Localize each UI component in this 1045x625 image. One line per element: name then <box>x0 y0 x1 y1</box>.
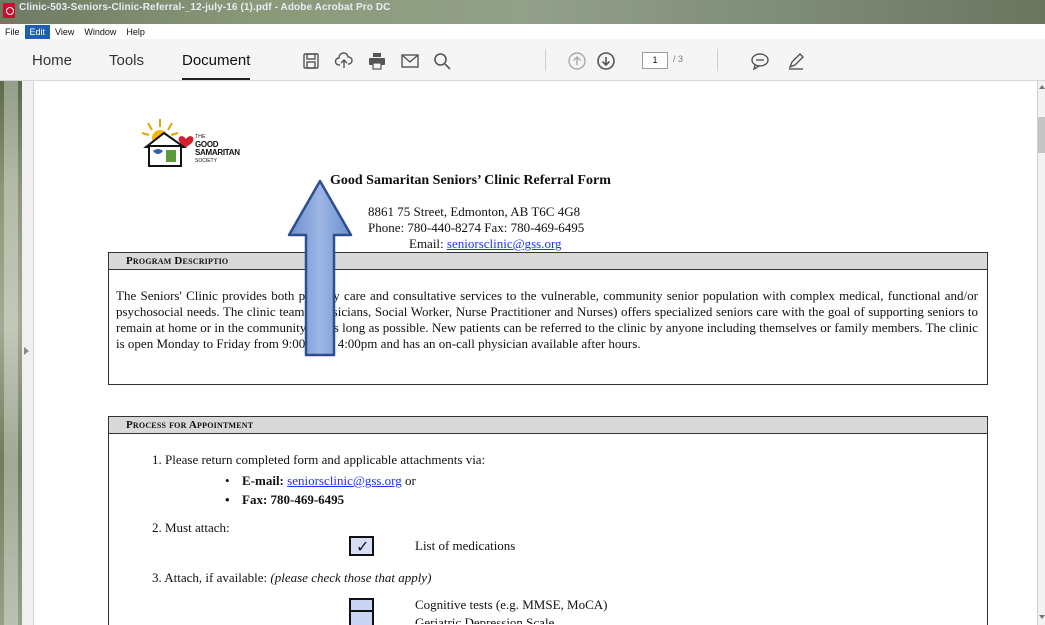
email-bullet-suffix: or <box>405 473 416 488</box>
print-icon[interactable] <box>367 51 387 71</box>
vertical-scrollbar[interactable] <box>1037 81 1045 625</box>
navigation-pane-toggle[interactable] <box>22 81 34 625</box>
save-icon[interactable] <box>301 51 321 71</box>
clinic-email-link[interactable]: seniorsclinic@gss.org <box>447 236 562 251</box>
scrollbar-thumb[interactable] <box>1038 117 1045 153</box>
tab-tools[interactable]: Tools <box>109 52 144 69</box>
sun-house-logo-icon <box>141 119 194 167</box>
program-description-text: The Seniors' Clinic provides both primar… <box>116 288 978 351</box>
scroll-down-arrow-icon[interactable] <box>1039 615 1045 619</box>
menu-help[interactable]: Help <box>121 25 150 39</box>
logo-text: THE GOOD SAMARITAN SOCIETY <box>195 133 240 165</box>
menu-window[interactable]: Window <box>79 25 121 39</box>
desktop-background-strip <box>0 81 22 625</box>
toolbar-separator <box>545 49 546 71</box>
process-for-appointment-section: Process for Appointment <box>108 416 988 625</box>
upload-icon[interactable] <box>334 51 354 71</box>
fax-bullet: Fax: 780-469-6495 <box>225 492 344 508</box>
menu-edit[interactable]: Edit <box>24 24 51 39</box>
process-heading: Process for Appointment <box>109 417 987 434</box>
process-step-3-label: 3. Attach, if available: <box>152 570 268 585</box>
clinic-email-line: Email: seniorsclinic@gss.org <box>35 236 1037 252</box>
previous-page-icon[interactable] <box>567 51 587 71</box>
email-bullet-label: E-mail: <box>242 473 284 488</box>
cognitive-tests-checkbox[interactable] <box>349 598 374 625</box>
process-step-2: 2. Must attach: <box>152 520 230 535</box>
search-icon[interactable] <box>432 51 452 71</box>
good-samaritan-logo: THE GOOD SAMARITAN SOCIETY <box>140 117 276 169</box>
scroll-up-arrow-icon[interactable] <box>1039 85 1045 89</box>
window-titlebar: Clinic-503-Seniors-Clinic-Referral-_12-j… <box>0 0 1045 24</box>
acrobat-pdf-icon <box>3 3 15 18</box>
menu-file[interactable]: File <box>0 25 25 39</box>
email-icon[interactable] <box>400 51 420 71</box>
program-description-heading: Program Descriptio <box>109 253 987 270</box>
process-step-3: 3. Attach, if available: (please check t… <box>152 570 431 586</box>
document-viewer: THE GOOD SAMARITAN SOCIETY Good Samarita… <box>0 81 1045 625</box>
toolbar: Home Tools Document 1 / 3 <box>0 39 1045 81</box>
process-step-3-note: (please check those that apply) <box>270 570 432 585</box>
menu-bar: File Edit View Window Help <box>0 24 1045 39</box>
menu-view[interactable]: View <box>50 25 79 39</box>
page-total: / 3 <box>673 54 684 64</box>
logo-text-samaritan: SAMARITAN <box>195 148 240 157</box>
toolbar-separator <box>717 49 718 71</box>
form-title: Good Samaritan Seniors’ Clinic Referral … <box>330 173 611 188</box>
medications-label: List of medications <box>415 538 516 553</box>
sign-icon[interactable] <box>786 51 806 71</box>
cognitive-tests-label: Cognitive tests (e.g. MMSE, MoCA) <box>415 597 608 612</box>
page-number-input[interactable]: 1 <box>642 52 668 69</box>
window-title: Clinic-503-Seniors-Clinic-Referral-_12-j… <box>19 2 391 13</box>
clinic-phone-fax: Phone: 780-440-8274 Fax: 780-469-6495 <box>368 220 585 235</box>
email-label: Email: <box>409 236 444 251</box>
tab-document[interactable]: Document <box>182 52 251 80</box>
email-bullet: E-mail: seniorsclinic@gss.org or <box>225 473 416 489</box>
process-step-1: 1. Please return completed form and appl… <box>152 452 486 467</box>
expand-arrow-icon[interactable] <box>24 347 29 355</box>
clinic-address: 8861 75 Street, Edmonton, AB T6C 4G8 <box>368 204 581 219</box>
up-arrow-annotation-icon <box>287 179 353 357</box>
pdf-page: THE GOOD SAMARITAN SOCIETY Good Samarita… <box>35 81 1037 625</box>
comment-icon[interactable] <box>750 51 770 71</box>
logo-text-society: SOCIETY <box>195 158 217 164</box>
depression-scale-label: Geriatric Depression Scale <box>415 615 555 624</box>
email-bullet-link[interactable]: seniorsclinic@gss.org <box>287 473 402 488</box>
next-page-icon[interactable] <box>596 51 616 71</box>
medications-checkbox[interactable] <box>349 536 374 556</box>
tab-home[interactable]: Home <box>32 52 72 69</box>
